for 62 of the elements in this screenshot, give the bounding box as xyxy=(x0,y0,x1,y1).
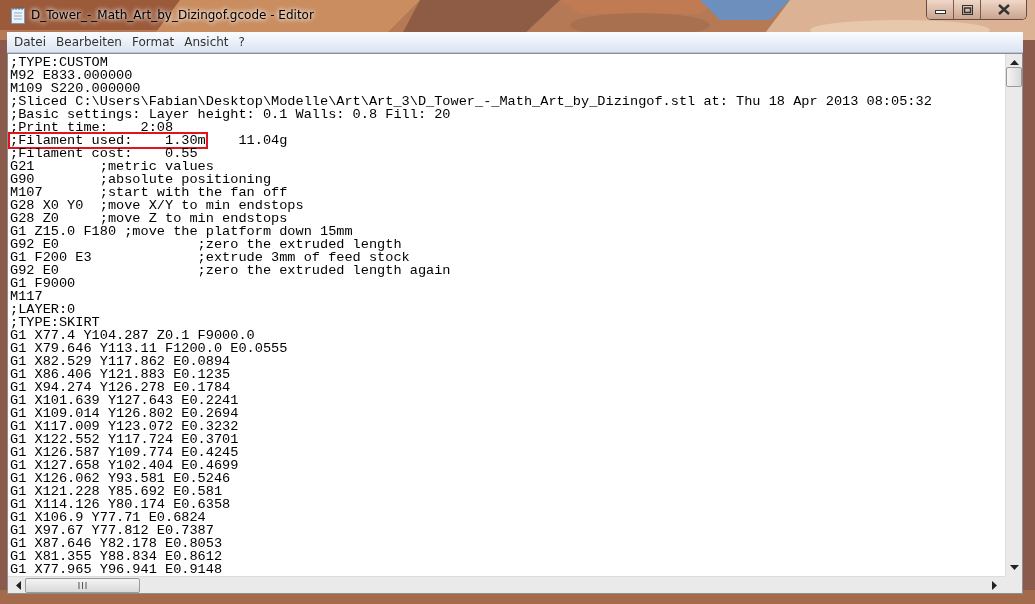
scrollbar-thumb[interactable] xyxy=(25,577,140,593)
text-line: G1 X114.126 Y80.174 E0.6358 xyxy=(10,498,231,511)
text-line: G1 X121.228 Y85.692 E0.581 xyxy=(10,485,223,498)
text-line: M109 S220.000000 xyxy=(10,82,141,95)
text-line: ;TYPE:CUSTOM xyxy=(10,56,108,69)
window-title: D_Tower_-_Math_Art_by_Dizingof.gcode - Editor xyxy=(31,8,315,22)
text-line: G1 X97.67 Y77.812 E0.7387 xyxy=(10,524,214,537)
text-line: M107 ;start with the fan off xyxy=(10,186,288,199)
text-line: G28 X0 Y0 ;move X/Y to min endstops xyxy=(10,199,304,212)
text-line: G1 X79.646 Y113.11 F1200.0 E0.0555 xyxy=(10,342,288,355)
text-line: ;Sliced C:\Users\Fabian\Desktop\Modelle\Art\Art_3\D_Tower_-_Math_Art_by_Dizingof.stl at: Thu 18 Apr 2013 08:05:32 xyxy=(10,95,932,108)
text-line: G1 X117.009 Y123.072 E0.3232 xyxy=(10,420,239,433)
text-line: ;Print time: 2:08 xyxy=(10,121,174,134)
text-line: G1 F9000 xyxy=(10,277,76,290)
text-line: G1 X82.529 Y117.862 E0.0894 xyxy=(10,355,231,368)
text-line: 11.04g xyxy=(237,134,288,147)
text-line: G1 X126.587 Y109.774 E0.4245 xyxy=(10,446,239,459)
text-line: G28 Z0 ;move Z to min endstops xyxy=(10,212,288,225)
text-line: ;Basic settings: Layer height: 0.1 Walls: 0.8 Fill: 20 xyxy=(10,108,451,121)
text-line: G1 X77.965 Y96.941 E0.9148 xyxy=(10,563,223,576)
text-line: G1 X81.355 Y88.834 E0.8612 xyxy=(10,550,223,563)
text-line: G90 ;absolute positioning xyxy=(10,173,272,186)
text-line: M92 E833.000000 xyxy=(10,69,133,82)
text-line: G1 X94.274 Y126.278 E0.1784 xyxy=(10,381,231,394)
text-line: ;Filament cost: 0.55 xyxy=(10,147,198,160)
text-line: G1 X86.406 Y121.883 E0.1235 xyxy=(10,368,231,381)
scrollbar-thumb[interactable] xyxy=(1006,67,1022,87)
text-line: G92 E0 ;zero the extruded length again xyxy=(10,264,451,277)
menu-item[interactable]: Ansicht xyxy=(179,33,234,51)
scroll-up-icon[interactable] xyxy=(1009,60,1019,65)
text-line: G1 F200 E3 ;extrude 3mm of feed stock xyxy=(10,251,410,264)
menu-item[interactable]: Bearbeiten xyxy=(51,33,127,51)
text-line: G1 X77.4 Y104.287 Z0.1 F9000.0 xyxy=(10,329,255,342)
menu-item[interactable]: Datei xyxy=(9,33,51,51)
maximize-icon xyxy=(961,4,973,15)
text-line: G1 X101.639 Y127.643 E0.2241 xyxy=(10,394,239,407)
vertical-scrollbar[interactable] xyxy=(1005,54,1022,576)
minimize-button[interactable] xyxy=(927,0,954,19)
close-button[interactable] xyxy=(981,0,1026,19)
scroll-right-icon[interactable] xyxy=(992,580,997,590)
maximize-button[interactable] xyxy=(954,0,981,19)
text-line: G1 X127.658 Y102.404 E0.4699 xyxy=(10,459,239,472)
close-icon xyxy=(997,4,1010,15)
text-line: M117 xyxy=(10,290,43,303)
text-line: ;TYPE:SKIRT xyxy=(10,316,100,329)
text-line: G1 X126.062 Y93.581 E0.5246 xyxy=(10,472,231,485)
text-line: G1 X106.9 Y77.71 E0.6824 xyxy=(10,511,206,524)
scroll-down-icon[interactable] xyxy=(1009,565,1019,570)
menu-item[interactable]: ? xyxy=(233,33,250,51)
highlighted-text: ;Filament used: 1.30m xyxy=(10,134,206,147)
text-line: G1 X122.552 Y117.724 E0.3701 xyxy=(10,433,239,446)
text-line: G92 E0 ;zero the extruded length xyxy=(10,238,402,251)
menu-item[interactable]: Format xyxy=(126,33,180,51)
horizontal-scrollbar[interactable] xyxy=(8,576,1005,593)
notepad-icon xyxy=(11,7,25,24)
text-line: G21 ;metric values xyxy=(10,160,214,173)
grip-icon xyxy=(78,581,87,589)
text-line: ;LAYER:0 xyxy=(10,303,76,316)
scroll-left-icon[interactable] xyxy=(16,580,21,590)
text-line: G1 X109.014 Y126.802 E0.2694 xyxy=(10,407,239,420)
text-line: G1 X87.646 Y82.178 E0.8053 xyxy=(10,537,223,550)
text-line: G1 Z15.0 F180 ;move the platform down 15mm xyxy=(10,225,353,238)
